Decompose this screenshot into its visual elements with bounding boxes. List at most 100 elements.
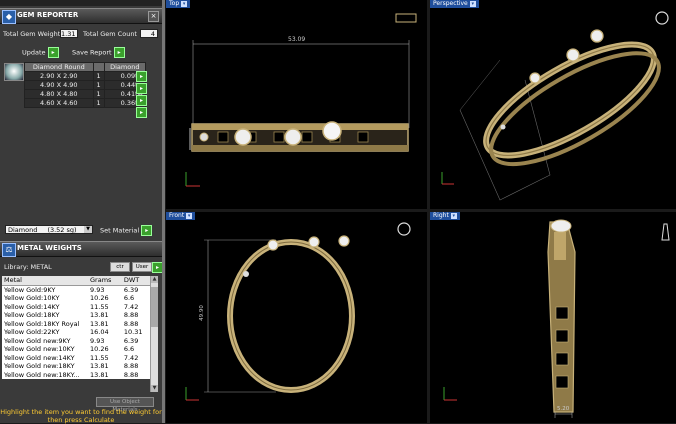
metal-grams: 13.81 xyxy=(90,319,109,328)
left-panel: ◆ GEM REPORTER × Total Gem Weight 1.31 T… xyxy=(0,0,163,424)
gem-reporter-icon: ◆ xyxy=(2,10,16,24)
metal-grams: 9.93 xyxy=(90,285,105,294)
gem-size: 2.90 X 2.90 xyxy=(24,71,94,81)
metal-dwt: 8.88 xyxy=(123,319,139,328)
library-label: Library: METAL xyxy=(4,263,52,271)
gem-reporter-title: GEM REPORTER xyxy=(17,11,79,19)
metal-name: Yellow Gold new:10KY xyxy=(4,345,75,353)
metal-dwt: 6.39 xyxy=(123,285,139,294)
viewport-front[interactable]: Front ▾ 49.90 xyxy=(166,212,427,423)
metal-dwt: 6.39 xyxy=(123,336,139,345)
gem-qty: 1 xyxy=(92,89,105,99)
metal-row[interactable]: Yellow Gold:9KY 9.93 6.39 xyxy=(2,285,152,294)
total-gem-weight-value: 1.31 xyxy=(60,29,78,38)
gem-qty: 1 xyxy=(92,98,105,108)
chevron-down-icon[interactable]: ▼ xyxy=(84,226,92,233)
metal-header-dwt: DWT xyxy=(121,276,152,286)
perspective-view-drawing xyxy=(441,11,669,201)
gem-qty: 1 xyxy=(92,71,105,81)
metal-dwt: 8.88 xyxy=(123,362,139,370)
metal-row[interactable]: Yellow Gold new:18KY... 13.81 8.88 xyxy=(2,371,152,380)
metal-name: Yellow Gold:14KY xyxy=(4,302,60,311)
metal-table-header: Metal Grams DWT xyxy=(2,276,152,286)
gem-thumbnail xyxy=(4,63,24,81)
gem-table: Diamond Round Diamond 2.90 X 2.90 1 0.09… xyxy=(24,62,147,108)
use-object-materials-button[interactable]: Use Object Materials xyxy=(96,397,154,413)
gem-row[interactable]: 4.90 X 4.90 1 0.44tw xyxy=(24,80,147,90)
metal-name: Yellow Gold:18KY Royal xyxy=(4,319,80,328)
gem-qty: 1 xyxy=(92,80,105,90)
metal-grams: 16.04 xyxy=(90,328,109,336)
top-strip xyxy=(0,0,162,6)
metal-table: Metal Grams DWT Yellow Gold:9KY 9.93 6.39 … xyxy=(2,276,152,379)
gem-size: 4.90 X 4.90 xyxy=(24,80,94,90)
viewport-right[interactable]: Right ▾ 5.20 xyxy=(430,212,676,423)
save-report-go-icon[interactable]: ▸ xyxy=(113,47,125,58)
gem-row-go-icon[interactable]: ▸ xyxy=(136,107,147,118)
set-material-go-icon[interactable]: ▸ xyxy=(141,225,153,236)
metal-grams: 11.55 xyxy=(90,353,109,362)
metal-row[interactable]: Yellow Gold:18KY Royal 13.81 8.88 xyxy=(2,320,152,329)
metal-row[interactable]: Yellow Gold new:10KY 10.26 6.6 xyxy=(2,345,152,354)
metal-name: Yellow Gold new:9KY xyxy=(4,336,71,345)
metal-row[interactable]: Yellow Gold new:14KY 11.55 7.42 xyxy=(2,354,152,363)
set-material-button[interactable]: Set Material ▸ xyxy=(100,225,153,236)
metal-row[interactable]: Yellow Gold new:9KY 9.93 6.39 xyxy=(2,337,152,346)
front-dimension-label: 49.90 xyxy=(198,305,205,321)
metal-name: Yellow Gold new:18KY xyxy=(4,362,75,370)
material-select-sg: (3.52 sg) xyxy=(47,226,77,234)
metal-row[interactable]: Yellow Gold:14KY 11.55 7.42 xyxy=(2,303,152,312)
metal-row[interactable]: Yellow Gold:22KY 16.04 10.31 xyxy=(2,328,152,337)
metal-row[interactable]: Yellow Gold:18KY 13.81 8.88 xyxy=(2,311,152,320)
user-label: User xyxy=(135,264,149,270)
metal-row[interactable]: Yellow Gold:10KY 10.26 6.6 xyxy=(2,294,152,303)
gem-size: 4.60 X 4.60 xyxy=(24,98,94,108)
metal-dwt: 8.88 xyxy=(123,370,139,379)
metal-name: Yellow Gold:9KY xyxy=(4,285,56,294)
viewport-perspective[interactable]: Perspective ▾ xyxy=(430,0,676,209)
metal-grams: 10.26 xyxy=(90,294,109,302)
top-view-drawing xyxy=(185,13,417,187)
ctr-label: ctr xyxy=(116,264,124,270)
gem-row-go-icon[interactable]: ▸ xyxy=(136,83,147,94)
metal-weights-title: METAL WEIGHTS xyxy=(17,244,82,252)
material-select-value: Diamond xyxy=(8,226,38,234)
gem-row[interactable]: 4.60 X 4.60 1 0.36tw xyxy=(24,98,147,108)
user-button[interactable]: User xyxy=(132,262,152,272)
gem-row-buttons: ▸ ▸ ▸ ▸ xyxy=(136,71,147,118)
metal-grams: 13.81 xyxy=(90,362,109,370)
ctr-button[interactable]: ctr xyxy=(110,262,130,272)
front-view-drawing xyxy=(185,222,411,401)
metal-header-grams: Grams xyxy=(88,276,122,286)
gem-row-go-icon[interactable]: ▸ xyxy=(136,71,147,82)
material-select[interactable]: Diamond (3.52 sg) ▼ xyxy=(5,225,93,234)
total-gem-count-value: 4 xyxy=(140,29,158,38)
update-go-icon[interactable]: ▸ xyxy=(47,47,59,58)
viewport-top[interactable]: Top ▾ 53.09 xyxy=(166,0,427,209)
gem-row[interactable]: 2.90 X 2.90 1 0.09tw xyxy=(24,71,147,81)
panel-scrollbar[interactable] xyxy=(162,0,165,423)
save-report-button[interactable]: Save Report ▸ xyxy=(72,47,125,58)
close-icon[interactable]: × xyxy=(148,11,159,22)
save-report-label: Save Report xyxy=(72,48,112,57)
scroll-down-icon[interactable]: ▼ xyxy=(151,385,158,392)
metal-row[interactable]: Yellow Gold new:18KY 13.81 8.88 xyxy=(2,362,152,371)
metal-table-scrollbar[interactable]: ▲ ▼ xyxy=(150,276,158,392)
metal-grams: 13.81 xyxy=(90,370,109,379)
gem-header-qty xyxy=(92,62,105,72)
scroll-thumb[interactable] xyxy=(151,287,158,327)
metal-grams: 10.26 xyxy=(90,345,109,353)
metal-name: Yellow Gold new:14KY xyxy=(4,353,75,362)
gem-reporter-header: ◆ GEM REPORTER × xyxy=(0,8,162,24)
gem-row[interactable]: 4.80 X 4.80 1 0.41tw xyxy=(24,89,147,99)
metal-name: Yellow Gold:10KY xyxy=(4,294,60,302)
scroll-up-icon[interactable]: ▲ xyxy=(151,276,158,283)
metal-name: Yellow Gold:22KY xyxy=(4,328,60,336)
metal-name: Yellow Gold:18KY xyxy=(4,311,60,319)
metal-dwt: 6.6 xyxy=(123,345,135,353)
update-button[interactable]: Update ▸ xyxy=(22,47,59,58)
metal-dwt: 8.88 xyxy=(123,311,139,319)
gem-row-go-icon[interactable]: ▸ xyxy=(136,95,147,106)
update-label: Update xyxy=(22,48,46,57)
metal-dwt: 10.31 xyxy=(123,328,143,336)
